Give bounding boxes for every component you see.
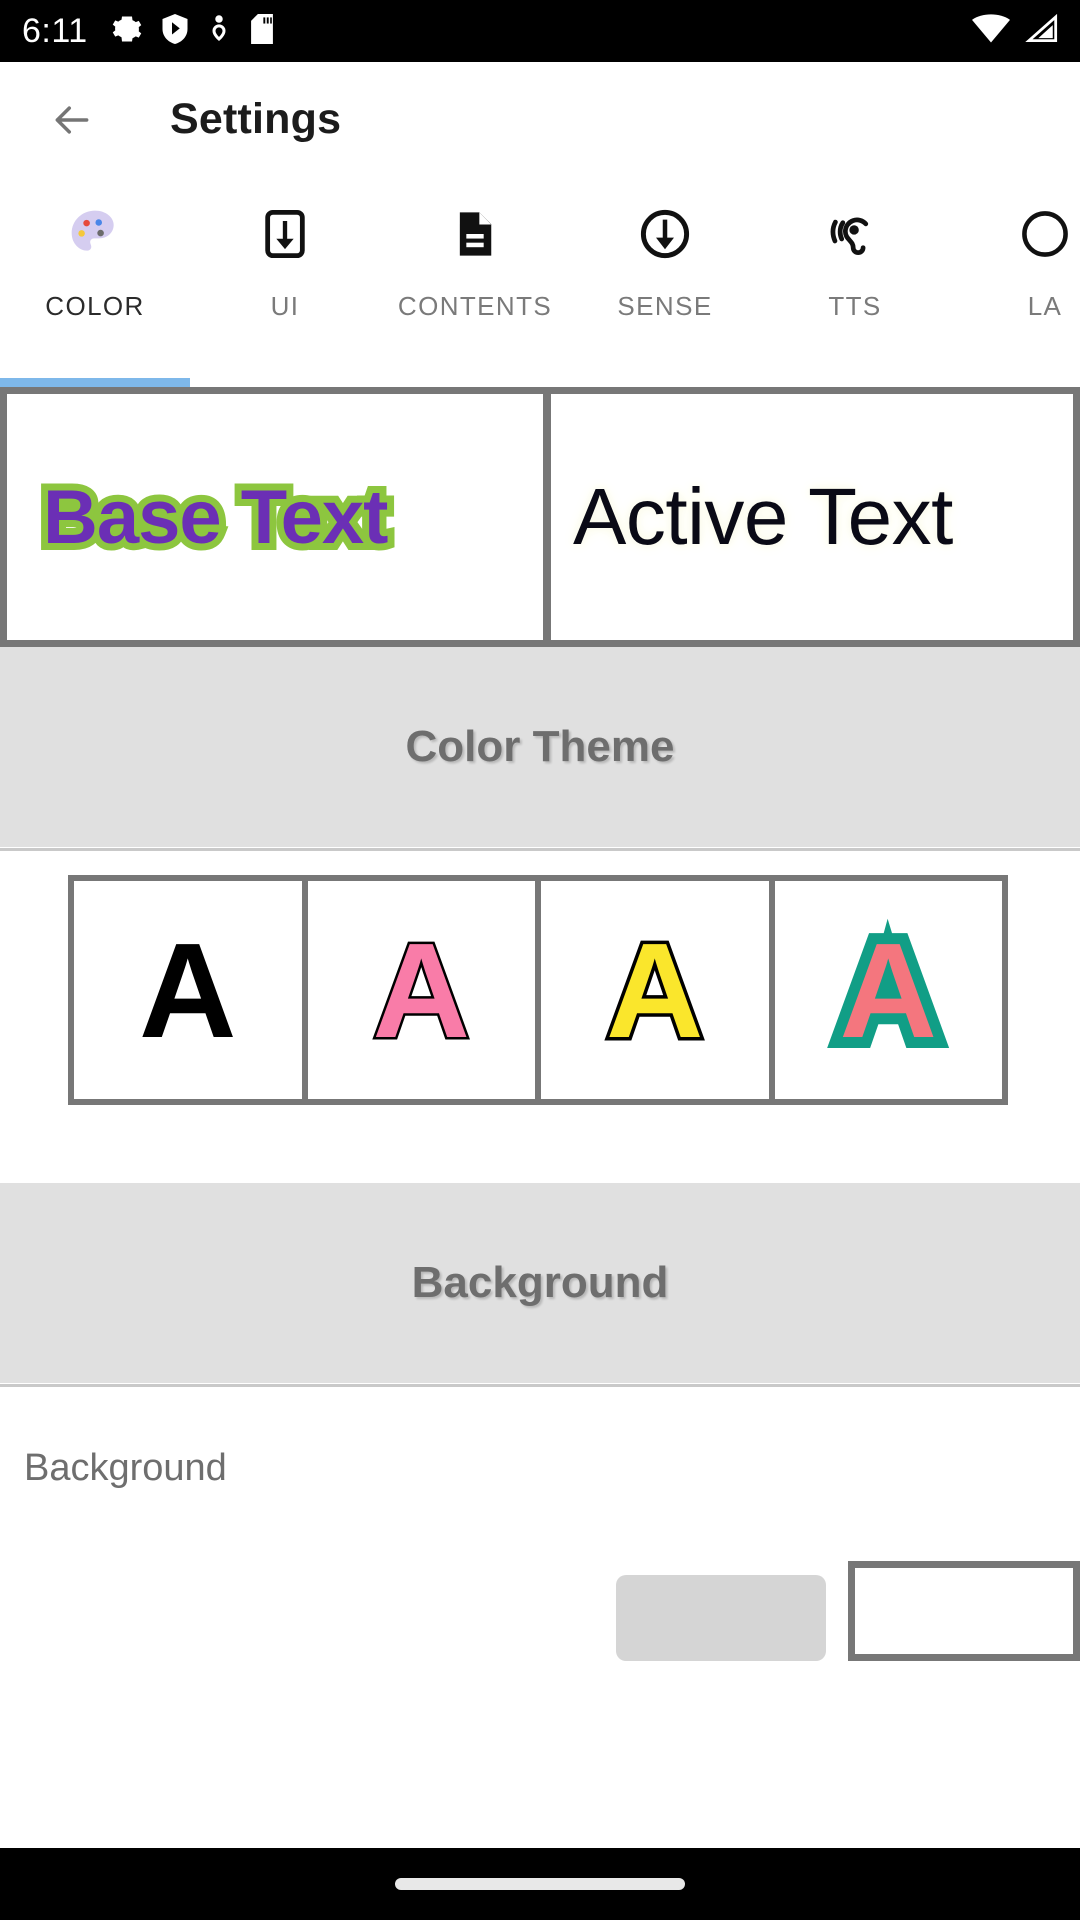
status-bar-clock: 6:11 xyxy=(22,12,88,50)
background-setting-row[interactable]: Background xyxy=(0,1389,1080,1661)
tab-label: SENSE xyxy=(617,291,713,321)
color-theme-section-header: Color Theme xyxy=(0,647,1080,847)
tab-label: LA xyxy=(1027,291,1063,321)
tab-color[interactable]: COLOR xyxy=(0,177,190,377)
active-text-preview[interactable]: Active Text xyxy=(547,394,1080,647)
background-color-swatch[interactable] xyxy=(848,1561,1080,1661)
active-tab-indicator xyxy=(0,378,190,387)
swatch-letter: A xyxy=(139,914,237,1066)
system-navigation-bar xyxy=(0,1848,1080,1920)
theme-swatch-1[interactable]: A xyxy=(74,881,302,1099)
text-preview-row: Base Text Active Text xyxy=(0,387,1080,647)
status-bar-system-icons xyxy=(972,13,1058,49)
tab-label: COLOR xyxy=(45,291,145,321)
back-arrow-icon xyxy=(55,105,89,134)
tab-label: TTS xyxy=(828,291,882,321)
swatch-letter: A xyxy=(603,914,707,1066)
base-text-preview[interactable]: Base Text xyxy=(0,394,547,647)
section-title: Color Theme xyxy=(405,722,675,771)
background-option-button[interactable] xyxy=(616,1575,826,1661)
tab-sense[interactable]: SENSE xyxy=(570,177,760,377)
tab-ui[interactable]: UI xyxy=(190,177,380,377)
settings-tab-strip[interactable]: COLOR UI CONTENTS SENSE TTS LA xyxy=(0,177,1080,387)
active-text-sample: Active Text xyxy=(573,472,953,561)
tab-label: UI xyxy=(270,291,300,321)
sd-card-icon xyxy=(250,13,274,49)
heart-pulse-icon xyxy=(208,14,230,49)
base-text-sample: Base Text xyxy=(36,468,395,567)
background-row-label: Background xyxy=(24,1447,227,1489)
language-icon xyxy=(1019,199,1071,269)
color-theme-swatch-row[interactable]: A A A A xyxy=(68,875,1008,1105)
cell-signal-icon xyxy=(1024,13,1058,49)
download-box-icon xyxy=(259,199,311,269)
theme-swatch-3[interactable]: A xyxy=(541,881,769,1099)
theme-swatch-4[interactable]: A xyxy=(774,881,1002,1099)
tab-language[interactable]: LA xyxy=(950,177,1080,377)
swatch-letter: A xyxy=(829,912,948,1069)
shield-play-icon xyxy=(162,13,188,49)
section-title: Background xyxy=(411,1258,669,1307)
ear-hearing-icon xyxy=(828,199,882,269)
background-controls xyxy=(616,1561,1080,1661)
download-circle-icon xyxy=(638,199,692,269)
wifi-icon xyxy=(972,13,1010,49)
color-theme-swatch-section: A A A A xyxy=(0,853,1080,1183)
background-settings-section: Background xyxy=(0,1389,1080,1661)
back-button[interactable] xyxy=(44,92,100,148)
status-bar: 6:11 xyxy=(0,0,1080,62)
status-bar-notification-icons xyxy=(112,13,274,49)
page-title: Settings xyxy=(170,95,342,143)
background-section-header: Background xyxy=(0,1183,1080,1383)
home-gesture-pill[interactable] xyxy=(395,1878,685,1890)
tab-tts[interactable]: TTS xyxy=(760,177,950,377)
app-bar: Settings xyxy=(0,62,1080,177)
palette-icon xyxy=(67,199,123,269)
gear-icon xyxy=(112,14,142,49)
document-icon xyxy=(449,199,501,269)
tab-contents[interactable]: CONTENTS xyxy=(380,177,570,377)
theme-swatch-2[interactable]: A xyxy=(307,881,535,1099)
swatch-letter: A xyxy=(370,914,472,1066)
tab-label: CONTENTS xyxy=(397,291,553,321)
